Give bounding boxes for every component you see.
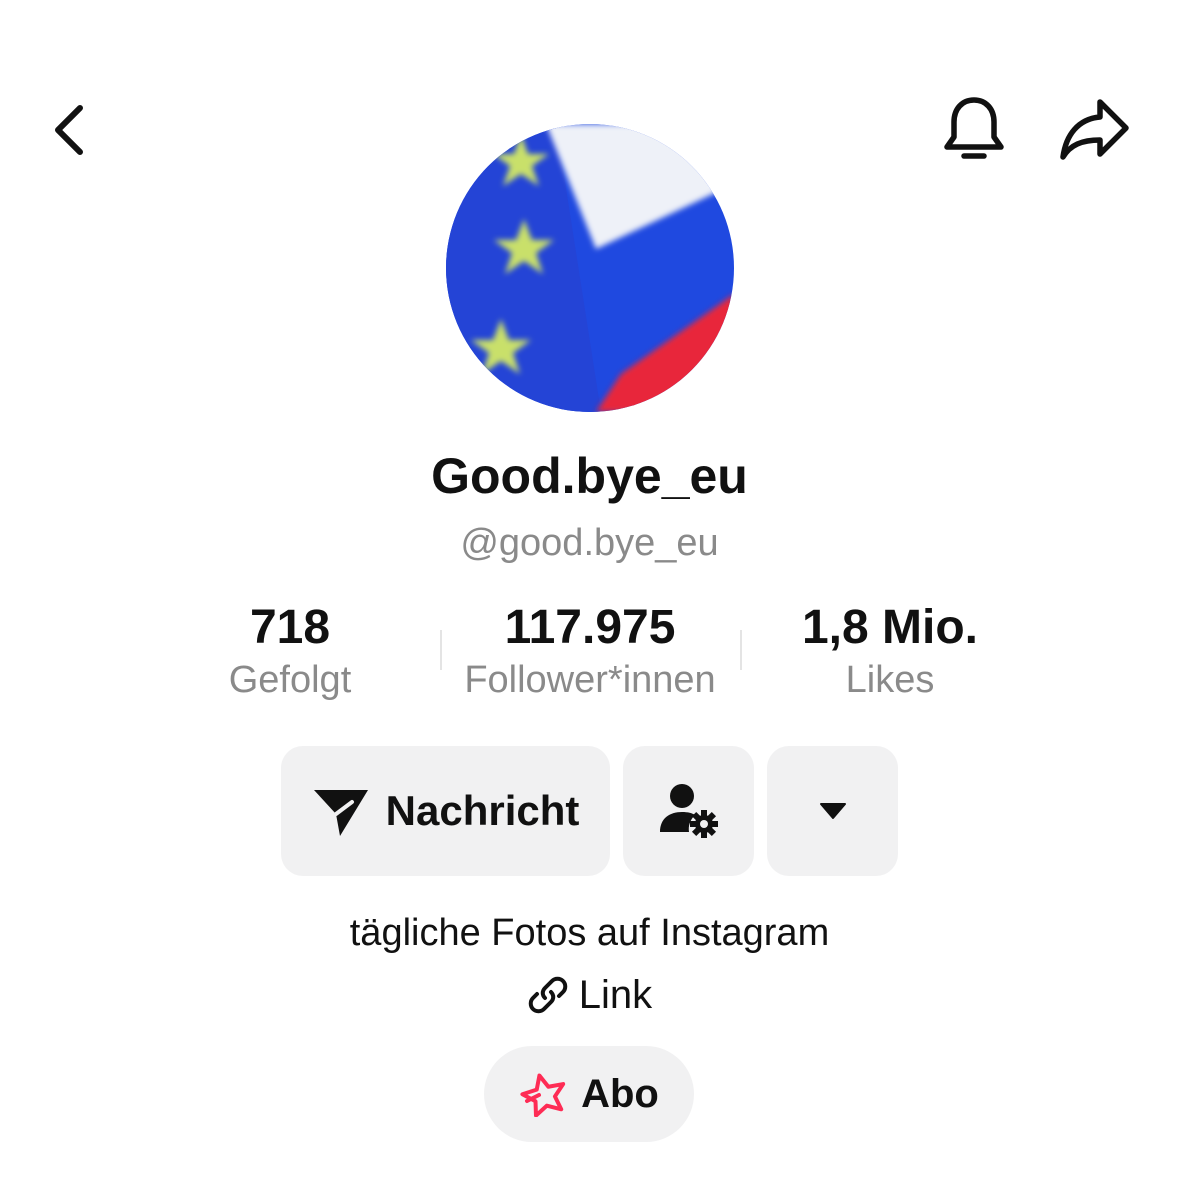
share-button[interactable] [1054, 92, 1134, 168]
stat-following[interactable]: 718 Gefolgt [140, 596, 440, 704]
stat-followers-label: Follower*innen [464, 659, 716, 701]
star-icon [520, 1073, 566, 1117]
bell-icon [944, 97, 1004, 159]
message-button[interactable]: Nachricht [281, 746, 610, 876]
bio-link[interactable]: Link [0, 968, 1179, 1022]
person-gear-icon [659, 784, 718, 838]
chevron-left-icon [55, 105, 83, 155]
stat-likes-label: Likes [845, 659, 935, 701]
back-button[interactable] [32, 92, 108, 168]
stat-following-value: 718 [249, 601, 331, 654]
caret-down-icon [819, 803, 846, 819]
subscription-button[interactable]: Abo [484, 1046, 694, 1142]
paper-plane-icon [313, 790, 368, 836]
subscription-label: Abo [581, 1071, 659, 1116]
notification-bell-button[interactable] [936, 92, 1012, 168]
stat-following-label: Gefolgt [228, 659, 352, 701]
stat-followers-value: 117.975 [504, 601, 676, 654]
stat-likes[interactable]: 1,8 Mio. Likes [740, 596, 1040, 704]
share-arrow-icon [1060, 99, 1129, 160]
stat-followers[interactable]: 117.975 Follower*innen [440, 596, 740, 704]
avatar[interactable] [446, 124, 734, 412]
message-button-label: Nachricht [385, 787, 580, 834]
display-name: Good.bye_eu [431, 448, 748, 504]
more-options-button[interactable] [767, 746, 898, 876]
avatar-image [446, 124, 734, 412]
bio-link-label: Link [578, 973, 653, 1017]
stat-likes-value: 1,8 Mio. [801, 601, 979, 654]
link-icon [528, 976, 568, 1014]
profile-settings-button[interactable] [623, 746, 754, 876]
username: @good.bye_eu [460, 522, 719, 564]
bio-text: tägliche Fotos auf Instagram [349, 912, 830, 954]
